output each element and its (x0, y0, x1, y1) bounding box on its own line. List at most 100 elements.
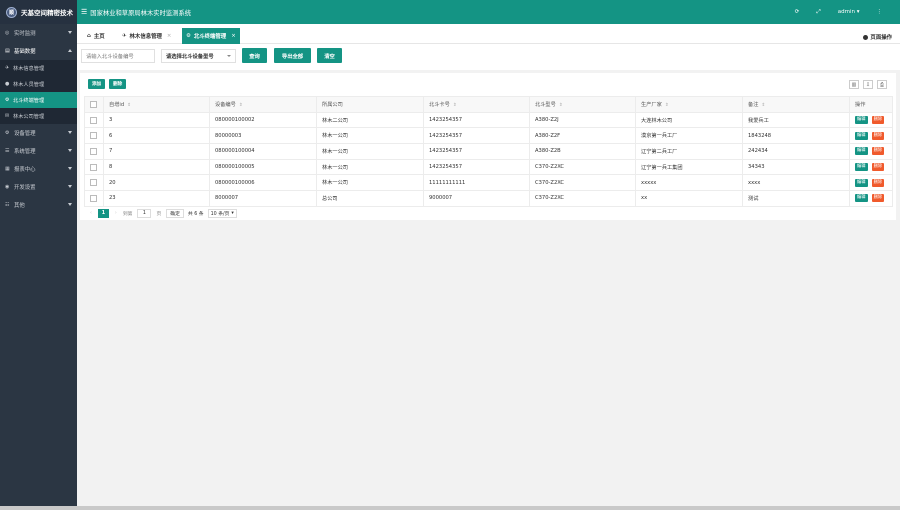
chevron-down-icon (68, 185, 72, 188)
more-vertical-icon[interactable]: ⋮ (877, 9, 883, 15)
edit-button[interactable]: 编辑 (855, 116, 868, 125)
edit-button[interactable]: 编辑 (855, 194, 868, 203)
table-row[interactable]: 3 080000100002 林木二公司 1423254357 A380-Z2J 大连林木… (84, 111, 893, 129)
column-header[interactable]: 自增id ⇕ (103, 96, 210, 113)
header-checkbox-cell[interactable] (84, 96, 104, 113)
sidebar-item-beidou-terminal[interactable]: ⚙ 北斗终端管理 (0, 92, 77, 108)
sidebar-item-company[interactable]: ✉ 林木公司管理 (0, 108, 77, 124)
column-header[interactable]: 北斗型号 ⇕ (529, 96, 636, 113)
table-row[interactable]: 6 80000003 林木一公司 1423254357 A380-Z2F 漠京第一兵工厂 1… (84, 127, 893, 145)
page-size-select[interactable]: 10 条/页 ▾ (207, 208, 237, 218)
row-checkbox-cell[interactable] (84, 143, 104, 160)
sidebar-item-personnel[interactable]: ● 林木人员管理 (0, 76, 77, 92)
edit-button[interactable]: 编辑 (855, 131, 868, 140)
query-button[interactable]: 查询 (242, 48, 267, 63)
row-checkbox-cell[interactable] (84, 111, 104, 129)
sort-icon[interactable]: ⇕ (127, 103, 131, 108)
column-header-label: 生产厂家 (641, 101, 662, 108)
table-cell: 080000100006 (209, 174, 317, 192)
row-checkbox-cell[interactable] (84, 158, 104, 176)
device-number-input[interactable]: 请输入北斗设备编号 (81, 49, 155, 63)
sort-icon[interactable]: ⇕ (453, 103, 457, 108)
row-checkbox[interactable] (90, 163, 97, 171)
close-icon[interactable]: × (167, 33, 172, 39)
fullscreen-icon[interactable]: ⤢ (816, 9, 820, 16)
sidebar-item-report[interactable]: ▦ 报表中心 (0, 160, 77, 178)
model-select[interactable]: 请选择北斗设备型号 (161, 49, 236, 63)
delete-row-button[interactable]: 删除 (871, 147, 885, 156)
confirm-button[interactable]: 确定 (166, 208, 184, 218)
tab-tree-info[interactable]: ✈ 林木信息管理 × (118, 28, 175, 44)
sort-icon[interactable]: ⇕ (665, 103, 669, 108)
close-icon[interactable]: × (231, 33, 236, 39)
export-all-button[interactable]: 导出全部 (274, 48, 311, 63)
sort-icon[interactable]: ⇕ (559, 103, 563, 108)
sidebar-item-system[interactable]: ☰ 系统管理 (0, 142, 77, 160)
delete-button[interactable]: 删除 (109, 79, 127, 89)
sidebar-item-label: 开发设置 (14, 185, 36, 191)
row-checkbox-cell[interactable] (84, 190, 104, 207)
export-icon[interactable]: ⇩ (863, 80, 873, 89)
clear-button[interactable]: 清空 (317, 48, 342, 63)
table-row[interactable]: 7 080000100004 林木一公司 1423254357 A380-Z2B 辽宁第二… (84, 143, 893, 160)
row-checkbox-cell[interactable] (84, 127, 104, 145)
sidebar-item-basic-data[interactable]: ▤ 基础数据 (0, 42, 77, 60)
tab-home[interactable]: ⌂ 主页 (83, 28, 109, 44)
sidebar-item-label: 北斗终端管理 (13, 97, 45, 104)
row-checkbox[interactable] (90, 179, 97, 187)
page-number-input[interactable]: 1 (137, 208, 152, 218)
refresh-icon[interactable]: ⟳ (795, 9, 800, 15)
column-header[interactable]: 备注 ⇕ (742, 96, 850, 113)
logo-icon: 顺 (6, 6, 17, 18)
home-icon: ⌂ (87, 33, 91, 39)
menu-icon[interactable]: ☰ (81, 8, 87, 16)
delete-row-button[interactable]: 删除 (871, 194, 885, 203)
print-icon[interactable]: ⎙ (877, 80, 887, 89)
sort-icon[interactable]: ⇕ (239, 103, 243, 108)
columns-icon[interactable]: ▥ (849, 80, 859, 89)
sidebar-item-other[interactable]: ☷ 其他 (0, 196, 77, 214)
column-header[interactable]: 北斗卡号 ⇕ (423, 96, 530, 113)
page-operations[interactable]: 页面操作 (863, 33, 892, 41)
tab-label: 北斗终端管理 (193, 34, 227, 40)
column-header[interactable]: 设备编号 ⇕ (209, 96, 317, 113)
table-row[interactable]: 23 8000007 总公司 9000007 C370-Z2XC xx 测试 编辑 删除 (84, 190, 893, 207)
table-row[interactable]: 8 080000100005 林木一公司 1423254357 C370-Z2XC 辽宁第… (84, 158, 893, 176)
sidebar-item-dev[interactable]: ◉ 开发设置 (0, 178, 77, 196)
table-cell: 8000007 (209, 190, 317, 207)
tab-beidou-terminal[interactable]: ⚙ 北斗终端管理 × (182, 28, 240, 44)
header-actions: ⟳ ⤢ admin ▾ ⋮ (778, 0, 882, 24)
delete-row-button[interactable]: 删除 (871, 178, 885, 187)
edit-button[interactable]: 编辑 (855, 163, 868, 172)
row-checkbox[interactable] (90, 147, 97, 155)
row-checkbox-cell[interactable] (84, 174, 104, 192)
column-header[interactable]: 生产厂家 ⇕ (635, 96, 743, 113)
delete-row-button[interactable]: 删除 (871, 131, 885, 140)
current-page[interactable]: 1 (97, 208, 109, 218)
sidebar-item-realtime[interactable]: ◎ 实时监测 (0, 24, 77, 42)
horizontal-scrollbar[interactable] (0, 506, 900, 510)
table-cell: xxxx (742, 174, 850, 192)
actions-cell: 编辑 删除 (849, 190, 893, 207)
delete-row-button[interactable]: 删除 (871, 116, 885, 125)
prev-page-icon[interactable]: ‹ (90, 211, 92, 216)
delete-row-button[interactable]: 删除 (871, 163, 885, 172)
column-header-label: 所属公司 (322, 101, 343, 108)
add-button[interactable]: 添加 (88, 79, 106, 89)
table-cell: 080000100002 (209, 111, 317, 129)
chevron-down-icon (68, 167, 72, 170)
table-row[interactable]: 20 080000100006 林木一公司 11111111111 C370-Z2XC x… (84, 174, 893, 192)
user-menu[interactable]: admin ▾ (838, 9, 860, 15)
select-all-checkbox[interactable] (90, 100, 97, 108)
row-checkbox[interactable] (90, 116, 97, 124)
sidebar-submenu: ✈ 林木信息管理 ● 林木人员管理 ⚙ 北斗终端管理 ✉ 林木公司管理 (0, 60, 77, 124)
edit-button[interactable]: 编辑 (855, 147, 868, 156)
chevron-down-icon: ▾ (231, 210, 234, 216)
sidebar-item-device[interactable]: ⚙ 设备管理 (0, 124, 77, 142)
edit-button[interactable]: 编辑 (855, 178, 868, 187)
sort-icon[interactable]: ⇕ (761, 103, 765, 108)
sidebar-item-tree-info[interactable]: ✈ 林木信息管理 (0, 60, 77, 76)
next-page-icon[interactable]: › (115, 211, 117, 216)
row-checkbox[interactable] (90, 194, 97, 202)
row-checkbox[interactable] (90, 132, 97, 140)
